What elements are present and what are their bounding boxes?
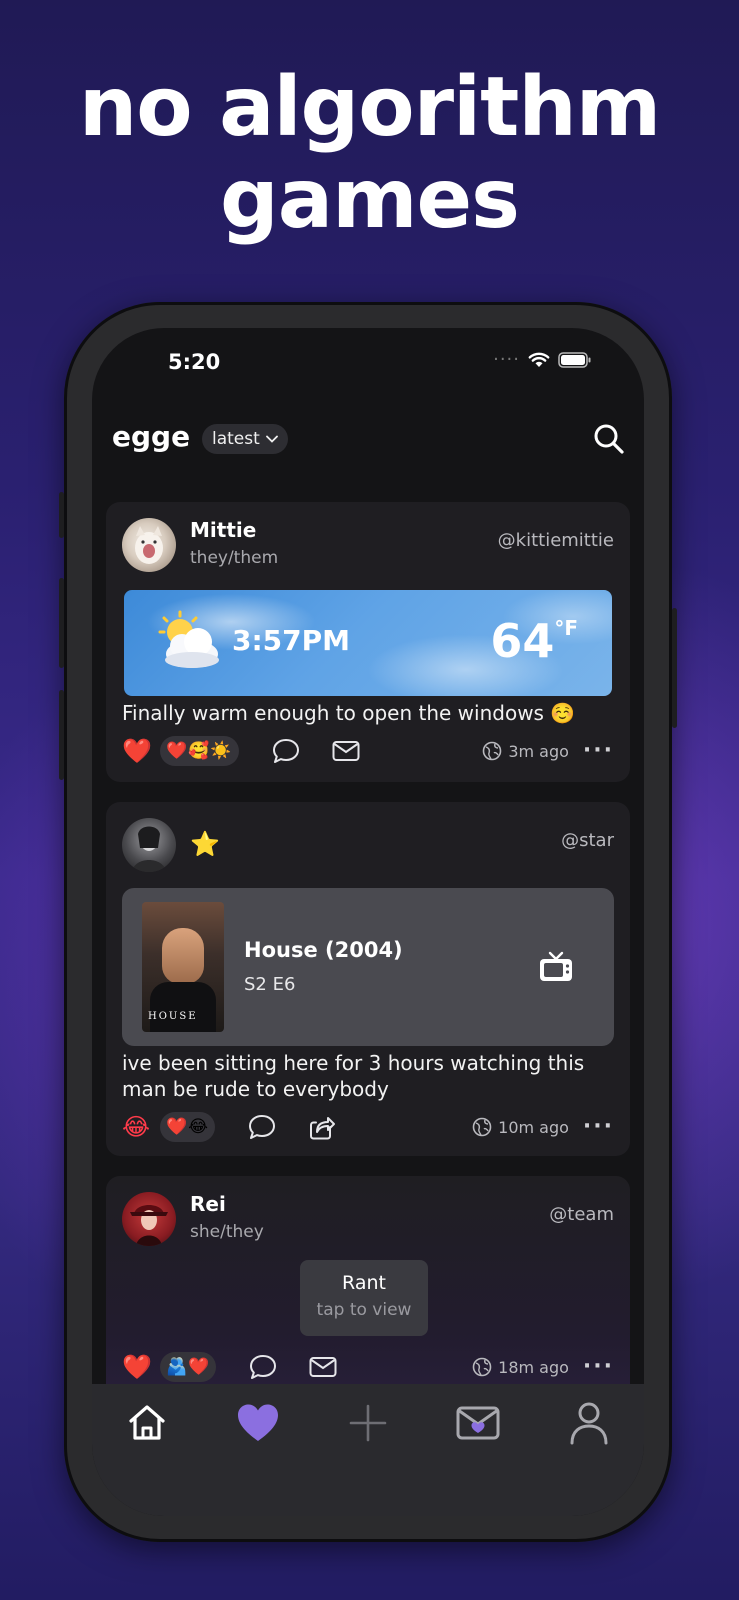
status-icons: ···· <box>493 349 592 370</box>
volume-up-button <box>59 578 64 668</box>
post-timestamp: 10m ago <box>472 1117 569 1137</box>
headline-line-1: no algorithm <box>78 60 661 155</box>
avatar[interactable] <box>122 818 176 872</box>
post-actions: ❤️ 🫂❤️ 18m ago ··· <box>122 1350 614 1384</box>
weather-temperature: 64°F <box>490 614 578 668</box>
time-ago: 10m ago <box>498 1117 569 1137</box>
post-card[interactable]: Mittie they/them @kittiemittie 3:57PM 64… <box>106 502 630 782</box>
profile-icon[interactable] <box>563 1400 615 1446</box>
temperature-unit: °F <box>554 615 578 640</box>
comment-icon[interactable] <box>248 1352 278 1382</box>
show-poster: HOUSE <box>142 902 224 1032</box>
media-episode: S2 E6 <box>244 974 296 995</box>
author-handle[interactable]: @kittiemittie <box>498 530 614 551</box>
author-pronouns: they/them <box>190 548 279 568</box>
react-button[interactable]: 😂 <box>122 1113 152 1141</box>
comment-icon[interactable] <box>271 736 301 766</box>
react-button[interactable]: ❤️ <box>122 1353 152 1381</box>
react-button[interactable]: ❤️ <box>122 737 152 765</box>
time-ago: 18m ago <box>498 1357 569 1377</box>
more-options-icon[interactable]: ··· <box>583 740 614 762</box>
post-text-line-2: man be rude to everybody <box>122 1077 389 1101</box>
cat-avatar-icon <box>135 526 163 564</box>
reaction-summary[interactable]: 🫂❤️ <box>160 1352 217 1382</box>
headline-line-2: games <box>220 152 520 247</box>
avatar[interactable] <box>122 518 176 572</box>
home-icon[interactable] <box>121 1400 173 1446</box>
volume-down-button <box>59 690 64 780</box>
inbox-icon[interactable] <box>452 1400 504 1446</box>
post-actions: ❤️ ❤️🥰☀️ 3m ago ··· <box>122 734 614 768</box>
feed-selector[interactable]: latest <box>202 424 288 454</box>
author-pronouns: she/they <box>190 1222 264 1242</box>
silent-switch <box>59 492 64 538</box>
avatar[interactable] <box>122 1192 176 1246</box>
heart-icon[interactable] <box>232 1400 284 1446</box>
comment-icon[interactable] <box>247 1112 277 1142</box>
post-timestamp: 18m ago <box>472 1357 569 1377</box>
mail-icon[interactable] <box>308 1352 338 1382</box>
battery-icon <box>558 352 591 368</box>
status-time: 5:20 <box>168 350 221 374</box>
author-handle[interactable]: @team <box>549 1204 614 1225</box>
reaction-summary[interactable]: ❤️😂 <box>160 1112 216 1142</box>
power-button <box>672 608 677 728</box>
hidden-post-hint: tap to view <box>316 1300 412 1320</box>
feed-selector-label: latest <box>212 429 260 449</box>
phone-screen: 5:20 ···· egge latest Mittie they/them @… <box>92 328 644 1516</box>
post-actions: 😂 ❤️😂 10m ago ··· <box>122 1110 614 1144</box>
app-title: egge <box>112 420 191 453</box>
more-options-icon[interactable]: ··· <box>583 1116 614 1138</box>
bottom-tab-bar <box>92 1384 644 1516</box>
sun-behind-cloud-icon <box>158 610 219 668</box>
weather-time: 3:57PM <box>232 624 351 657</box>
author-name[interactable]: ⭐ <box>190 830 220 858</box>
search-icon[interactable] <box>592 422 626 456</box>
globe-icon <box>472 1357 492 1377</box>
cellular-signal-icon: ···· <box>493 349 520 370</box>
author-name[interactable]: Rei <box>190 1192 226 1216</box>
wifi-icon <box>528 352 550 367</box>
hidden-post-label: Rant <box>342 1272 386 1294</box>
person-avatar-icon <box>132 826 166 872</box>
poster-face <box>162 928 204 984</box>
author-handle[interactable]: @star <box>561 830 614 851</box>
globe-icon <box>472 1117 492 1137</box>
post-timestamp: 3m ago <box>482 741 569 761</box>
post-text: ive been sitting here for 3 hours watchi… <box>122 1050 584 1102</box>
post-text: Finally warm enough to open the windows … <box>122 701 576 725</box>
chevron-down-icon <box>265 435 278 443</box>
headline: no algorithm games <box>0 62 739 246</box>
temperature-value: 64 <box>490 614 555 668</box>
media-title: House (2004) <box>244 938 403 962</box>
phone-frame: 5:20 ···· egge latest Mittie they/them @… <box>59 302 677 1542</box>
poster-body <box>150 982 216 1032</box>
share-icon[interactable] <box>307 1112 337 1142</box>
plus-icon[interactable] <box>342 1400 394 1446</box>
media-card[interactable]: HOUSE House (2004) S2 E6 <box>122 888 614 1046</box>
author-name[interactable]: Mittie <box>190 518 256 542</box>
character-avatar-icon <box>130 1205 168 1246</box>
reaction-summary[interactable]: ❤️🥰☀️ <box>160 736 239 766</box>
time-ago: 3m ago <box>508 741 569 761</box>
more-options-icon[interactable]: ··· <box>583 1356 614 1378</box>
post-text-line-1: ive been sitting here for 3 hours watchi… <box>122 1051 585 1075</box>
weather-widget: 3:57PM 64°F <box>124 590 612 696</box>
hidden-post-button[interactable]: Rant tap to view <box>300 1260 428 1336</box>
poster-title: HOUSE <box>148 1011 198 1022</box>
post-card[interactable]: ⭐ @star HOUSE House (2004) S2 E6 ive bee… <box>106 802 630 1156</box>
globe-icon <box>483 741 502 761</box>
mail-icon[interactable] <box>331 736 361 766</box>
tv-icon <box>540 951 572 981</box>
